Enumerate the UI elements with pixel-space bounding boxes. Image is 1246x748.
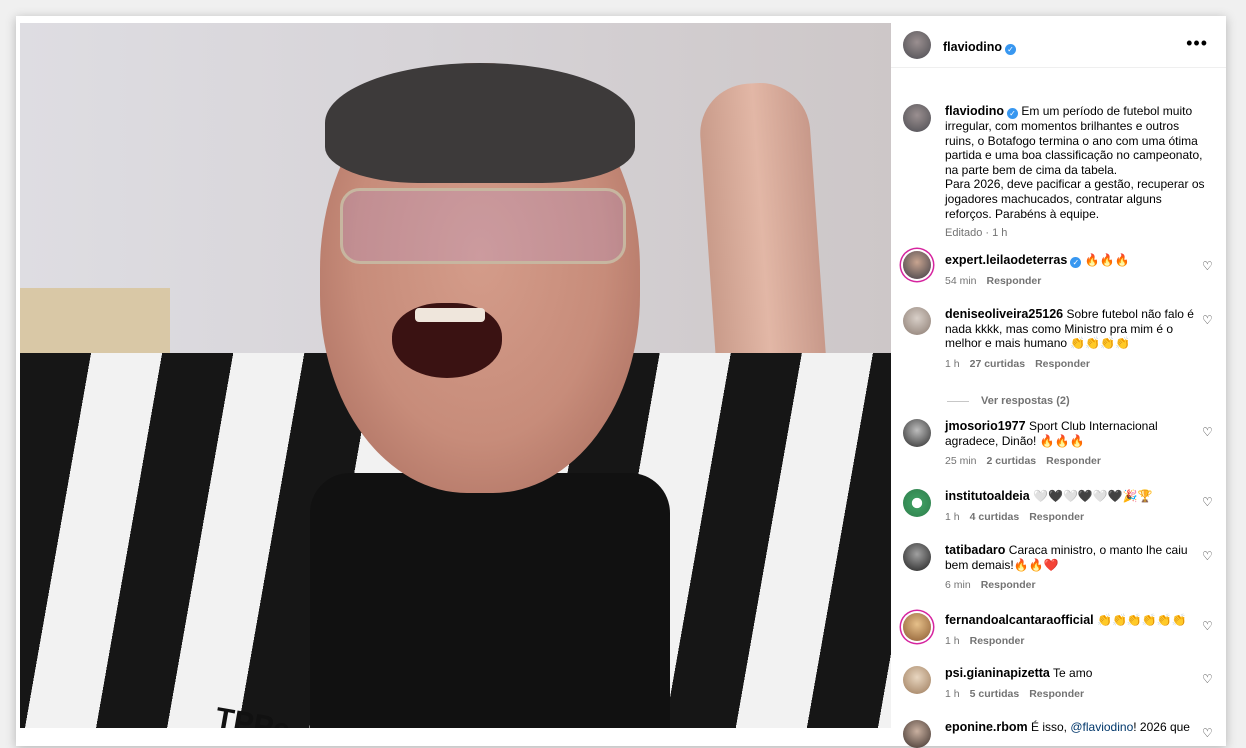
comment-username[interactable]: jmosorio1977: [945, 419, 1026, 433]
replies-divider: [947, 400, 969, 402]
reply-button[interactable]: Responder: [1029, 688, 1084, 700]
verified-icon: ✓: [1005, 44, 1017, 55]
caption-line: partida e uma boa classificação no campe…: [945, 148, 1203, 163]
comment-username[interactable]: eponine.rbom: [945, 720, 1028, 734]
author-avatar[interactable]: [903, 31, 931, 59]
photo-glasses: [340, 188, 626, 264]
comment-time: 6 min: [945, 579, 971, 592]
comment-meta: 1 h 27 curtidas Responder: [945, 357, 1195, 372]
comment-time: 1 h: [945, 510, 960, 523]
comment-text: Te amo: [1053, 666, 1093, 680]
comment-avatar[interactable]: [903, 489, 931, 517]
comment-meta: 1 h 5 curtidas Responder: [945, 687, 1195, 702]
comment-time: 1 h: [945, 357, 960, 370]
more-options-icon[interactable]: •••: [1186, 33, 1208, 54]
caption-line: Em um período de futebol muito: [1021, 104, 1193, 118]
comment-body: institutoaldeia 🤍🖤🤍🖤🤍🖤🎉🏆 1 h 4 curtidas Re…: [945, 489, 1195, 524]
comment-likes[interactable]: 2 curtidas: [987, 455, 1037, 467]
comment-body: jmosorio1977 Sport Club Internacional ag…: [945, 419, 1195, 469]
comment-username[interactable]: fernandoalcantaraofficial: [945, 613, 1094, 627]
photo-hair: [325, 63, 635, 183]
comment-text: 🔥🔥🔥: [1084, 253, 1130, 267]
comment-avatar[interactable]: [903, 307, 931, 335]
post-caption: flaviodino ✓ Em um período de futebol mui…: [945, 104, 1213, 241]
like-heart-icon[interactable]: ♡: [1202, 619, 1214, 633]
caption-author-avatar[interactable]: [903, 104, 931, 132]
comment-time: 25 min: [945, 455, 977, 468]
comment-time: 54 min: [945, 275, 977, 287]
post-side-panel: flaviodino ✓ ••• flaviodino ✓ Em um períod…: [891, 23, 1226, 748]
comment-meta: 1 h 4 curtidas Responder: [945, 510, 1195, 525]
author-username[interactable]: flaviodino: [943, 40, 1002, 54]
comment-body: eponine.rbom É isso, @flaviodino! 2026 q…: [945, 720, 1195, 735]
comment-time: 1 h: [945, 687, 960, 700]
comment-time: 1 h: [945, 634, 960, 647]
edited-label: Editado: [945, 227, 983, 240]
like-heart-icon[interactable]: ♡: [1202, 425, 1214, 439]
caption-line: ruins, o Botafogo termina o ano com uma …: [945, 133, 1198, 148]
comment-avatar[interactable]: [903, 543, 931, 571]
reply-button[interactable]: Responder: [981, 579, 1036, 591]
caption-line: reforços. Parabéns à equipe.: [945, 206, 1100, 221]
caption-line: Para 2026, deve pacificar a gestão, recu…: [945, 177, 1205, 192]
comment-meta: 54 min Responder: [945, 274, 1195, 289]
comment-text: É isso,: [1031, 720, 1068, 734]
view-replies-button[interactable]: Ver respostas (2): [947, 395, 1070, 407]
comment-likes[interactable]: 4 curtidas: [970, 511, 1020, 523]
like-heart-icon[interactable]: ♡: [1202, 495, 1214, 509]
comment-username[interactable]: deniseoliveira25126: [945, 307, 1063, 321]
comment-body: psi.gianinapizetta Te amo 1 h 5 curtidas R…: [945, 666, 1195, 701]
caption-line: na parte bem de cima da tabela.: [945, 162, 1118, 177]
comment-text: 👏👏👏👏👏👏: [1097, 613, 1187, 627]
like-heart-icon[interactable]: ♡: [1202, 259, 1214, 273]
view-replies-label: Ver respostas (2): [981, 395, 1070, 407]
comment-body: tatibadaro Caraca ministro, o manto lhe …: [945, 543, 1195, 593]
post-photo[interactable]: TPPe: [20, 23, 891, 728]
comment-body: deniseoliveira25126 Sobre futebol não fa…: [945, 307, 1195, 371]
comment-likes[interactable]: 5 curtidas: [970, 688, 1020, 700]
post-header: flaviodino ✓ •••: [891, 23, 1226, 68]
verified-icon: ✓: [1007, 108, 1019, 119]
comment-avatar[interactable]: [903, 720, 931, 748]
caption-username[interactable]: flaviodino: [945, 104, 1004, 118]
comment-username[interactable]: psi.gianinapizetta: [945, 666, 1050, 680]
caption-line: irregular, com momentos brilhantes e out…: [945, 119, 1180, 133]
reply-button[interactable]: Responder: [970, 635, 1025, 647]
caption-meta: Editado · 1 h: [945, 227, 1008, 240]
mention-link[interactable]: @flaviodino: [1070, 720, 1133, 734]
comment-avatar[interactable]: [903, 613, 931, 641]
caption-line: jogadores machucados, contratar alguns: [945, 191, 1162, 206]
verified-icon: ✓: [1070, 257, 1082, 268]
reply-button[interactable]: Responder: [1029, 511, 1084, 523]
like-heart-icon[interactable]: ♡: [1202, 313, 1214, 327]
comment-avatar[interactable]: [903, 251, 931, 279]
comment-body: fernandoalcantaraofficial 👏👏👏👏👏👏 1 h Resp…: [945, 613, 1195, 648]
comment-avatar[interactable]: [903, 666, 931, 694]
comment-text: ! 2026 que: [1133, 720, 1190, 734]
comment-text: 🤍🖤🤍🖤🤍🖤🎉🏆: [1033, 489, 1153, 503]
comment-username[interactable]: institutoaldeia: [945, 489, 1030, 503]
like-heart-icon[interactable]: ♡: [1202, 672, 1214, 686]
reply-button[interactable]: Responder: [1046, 455, 1101, 467]
comment-username[interactable]: expert.leilaodeterras: [945, 253, 1067, 267]
reply-button[interactable]: Responder: [987, 275, 1042, 287]
author-name-row: flaviodino ✓: [943, 38, 1017, 56]
comment-meta: 1 h Responder: [945, 634, 1195, 649]
comment-likes[interactable]: 27 curtidas: [970, 358, 1025, 370]
comment-meta: 25 min 2 curtidas Responder: [945, 454, 1195, 469]
comment-body: expert.leilaodeterras ✓ 🔥🔥🔥 54 min Respond…: [945, 253, 1195, 289]
post-card: TPPe flaviodino ✓ ••• flaviodino ✓ Em um p…: [16, 16, 1226, 748]
like-heart-icon[interactable]: ♡: [1202, 549, 1214, 563]
photo-teeth: [415, 308, 485, 322]
photo-jersey-collar: [310, 473, 670, 728]
comment-username[interactable]: tatibadaro: [945, 543, 1005, 557]
comment-meta: 6 min Responder: [945, 578, 1195, 593]
reply-button[interactable]: Responder: [1035, 358, 1090, 370]
comment-avatar[interactable]: [903, 419, 931, 447]
post-time: 1 h: [992, 227, 1008, 240]
